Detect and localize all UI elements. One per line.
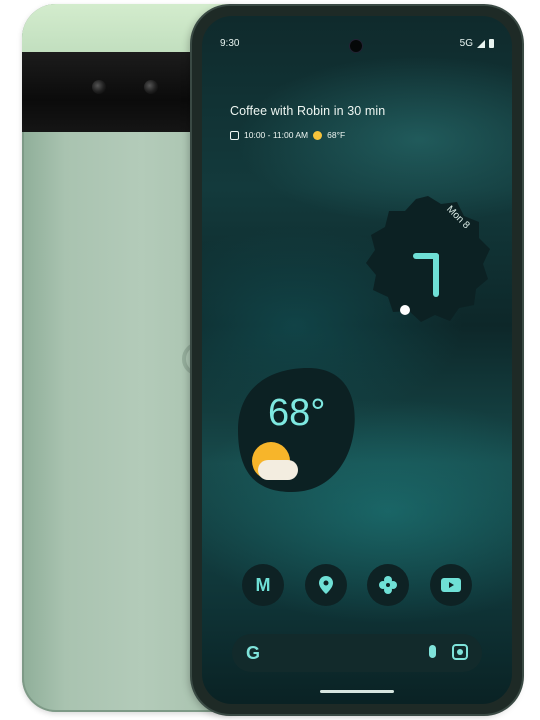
event-time: 10:00 - 11:00 AM	[244, 130, 309, 140]
status-time: 9:30	[220, 38, 240, 49]
glance-temperature: 68°F	[327, 130, 346, 140]
event-title: Coffee with Robin in 30 min	[230, 104, 386, 118]
phone-front: 9:30 5G Coffee with Robin in 30 min 10:0…	[192, 6, 522, 714]
lock-screen[interactable]: 9:30 5G Coffee with Robin in 30 min 10:0…	[202, 16, 512, 704]
weather-temperature: 68°	[268, 392, 326, 434]
google-g-icon: G	[246, 642, 261, 663]
camera-lens-icon	[144, 80, 158, 94]
lens-icon[interactable]	[452, 644, 468, 660]
sunny-icon	[313, 130, 323, 140]
mic-icon[interactable]	[429, 645, 436, 658]
front-camera-icon	[350, 40, 362, 52]
status-icons: 5G	[460, 38, 494, 49]
maps-icon[interactable]	[304, 564, 347, 606]
event-details: 10:00 - 11:00 AM 68°F	[230, 130, 385, 140]
photos-icon[interactable]	[367, 564, 410, 606]
google-search-bar[interactable]: G	[232, 634, 482, 672]
network-label: 5G	[459, 38, 473, 49]
battery-icon	[489, 39, 494, 48]
clock-widget[interactable]	[362, 194, 494, 326]
youtube-icon[interactable]	[429, 564, 472, 606]
calendar-icon	[230, 130, 239, 140]
camera-lens-icon	[92, 80, 106, 94]
home-indicator[interactable]	[320, 690, 394, 693]
clock-seconds-dot	[400, 305, 410, 315]
cloud-icon	[258, 460, 298, 480]
gmail-icon[interactable]: M	[242, 564, 284, 606]
signal-icon	[477, 39, 485, 48]
app-dock: M	[242, 564, 472, 606]
at-a-glance-widget[interactable]: Coffee with Robin in 30 min 10:00 - 11:0…	[230, 104, 385, 140]
weather-widget[interactable]: 68°	[228, 364, 358, 496]
